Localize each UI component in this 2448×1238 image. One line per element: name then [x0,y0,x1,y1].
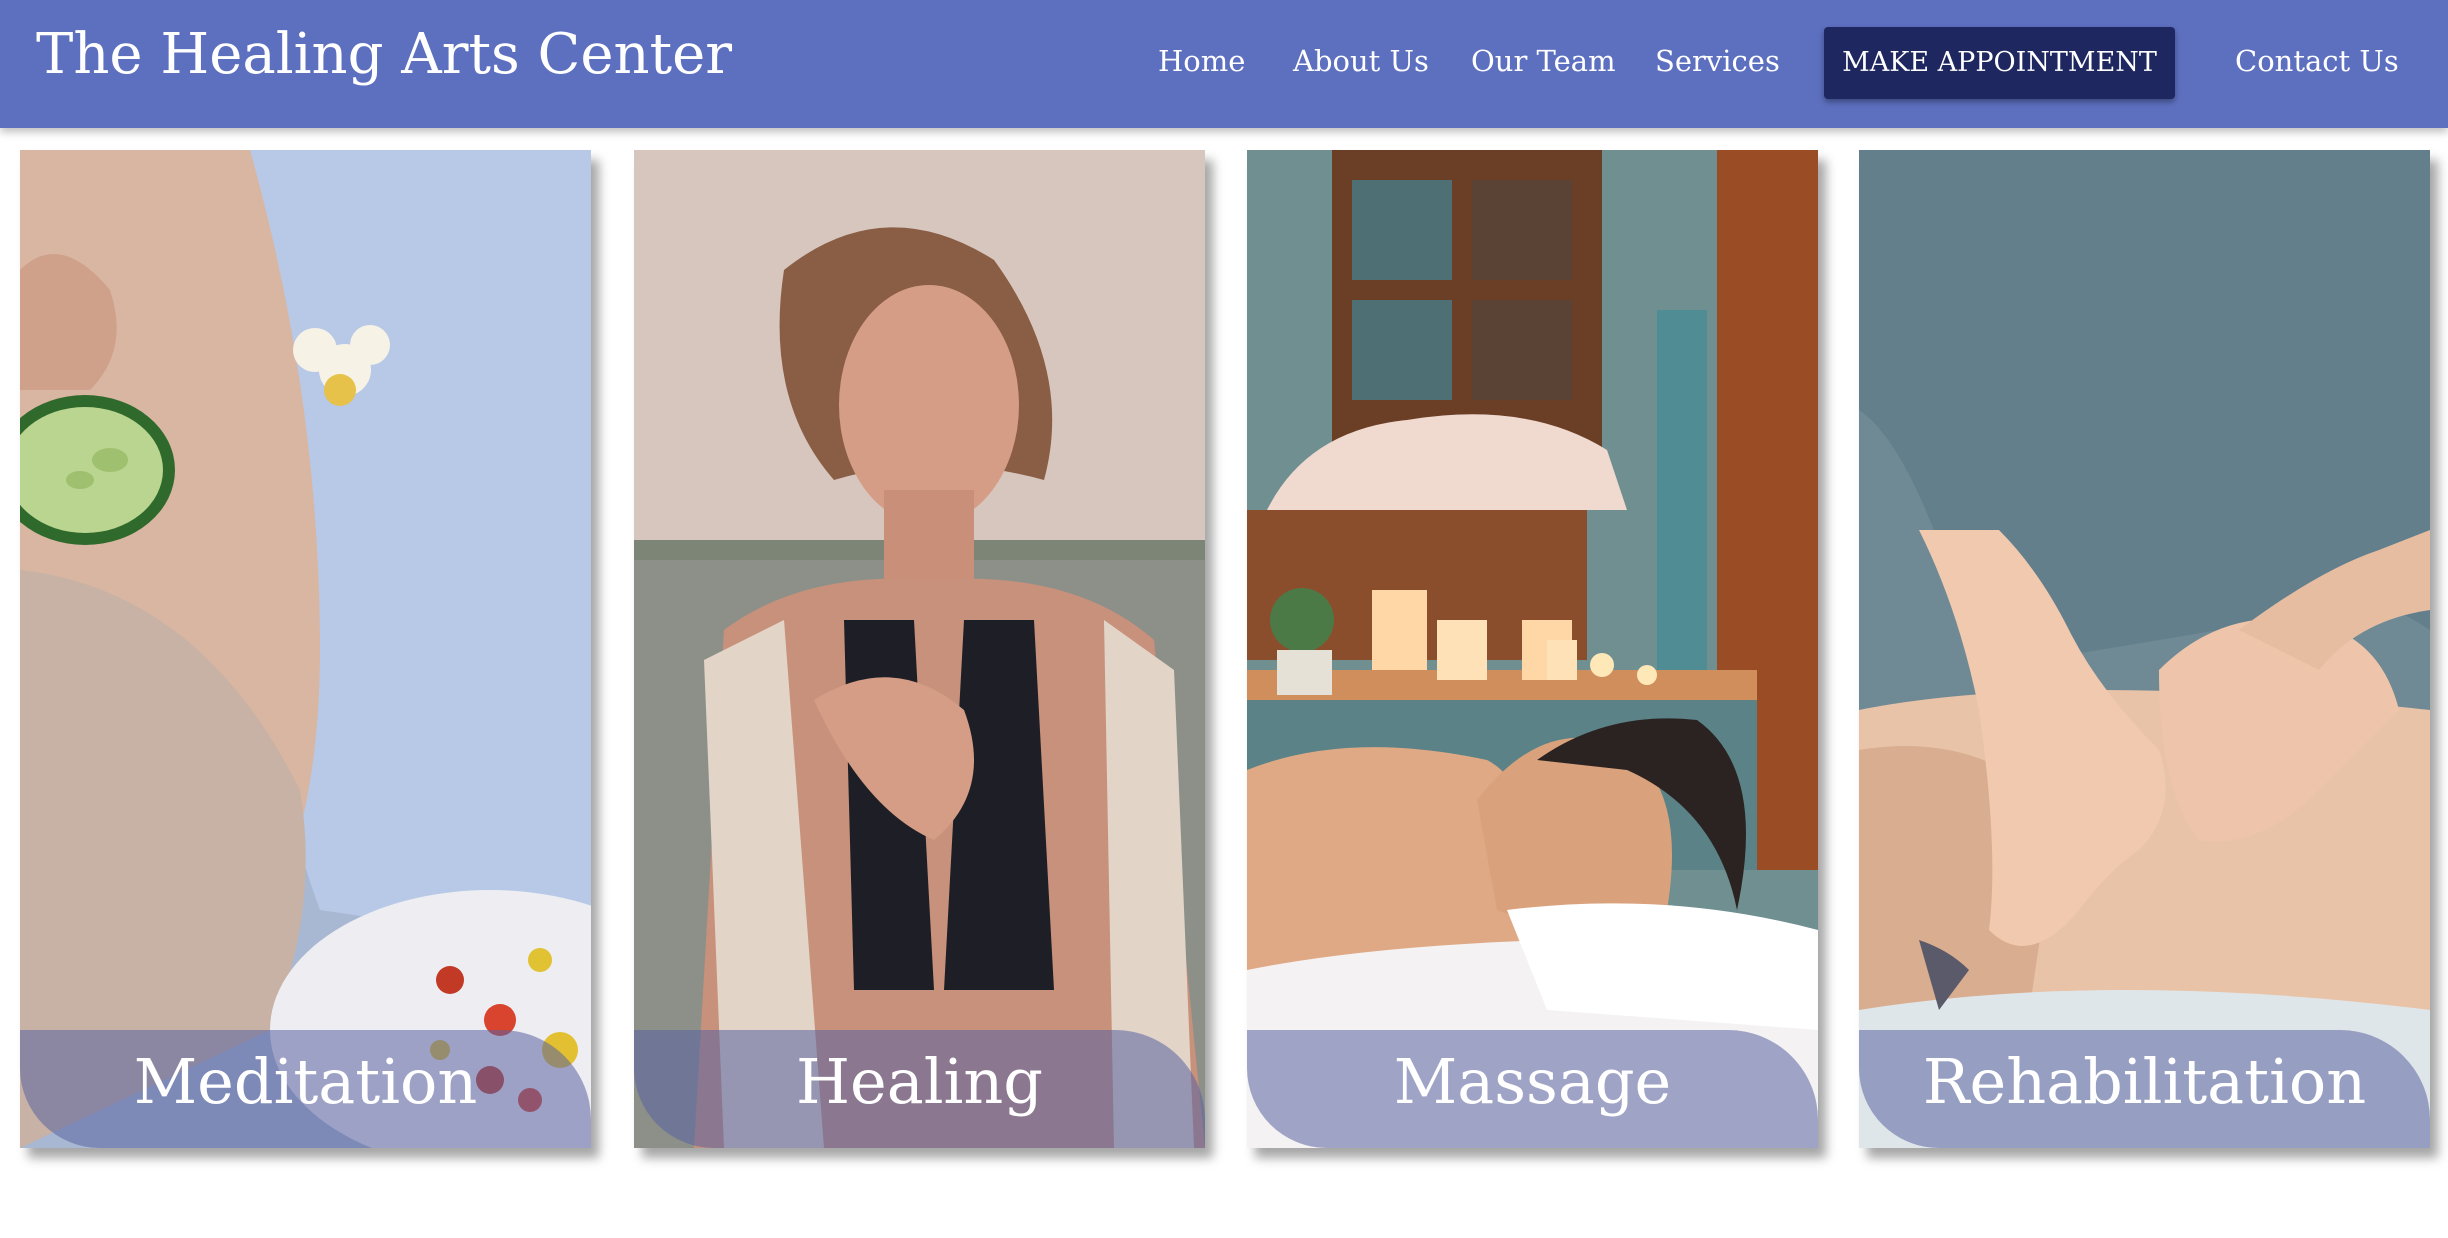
card-title-meditation[interactable]: Meditation [20,1045,591,1118]
nav-about-us[interactable]: About Us [1293,44,1429,78]
nav-home[interactable]: Home [1158,44,1245,78]
card-title-rehabilitation[interactable]: Rehabilitation [1859,1045,2430,1118]
service-card-massage[interactable]: Massage [1247,150,1818,1148]
main-nav: Home About Us Our Team Services MAKE APP… [0,0,2448,128]
service-card-rehabilitation[interactable]: Rehabilitation [1859,150,2430,1148]
healing-photo [634,150,1205,1148]
meditation-photo [20,150,591,1148]
card-title-healing[interactable]: Healing [634,1045,1205,1118]
site-header: The Healing Arts Center Home About Us Ou… [0,0,2448,128]
nav-services[interactable]: Services [1655,44,1780,78]
service-card-healing[interactable]: Healing [634,150,1205,1148]
service-card-meditation[interactable]: Meditation [20,150,591,1148]
rehabilitation-photo [1859,150,2430,1148]
nav-contact-us[interactable]: Contact Us [2235,44,2399,78]
massage-photo [1247,150,1818,1148]
nav-our-team[interactable]: Our Team [1471,44,1616,78]
card-title-massage[interactable]: Massage [1247,1045,1818,1118]
make-appointment-button[interactable]: MAKE APPOINTMENT [1824,27,2175,99]
